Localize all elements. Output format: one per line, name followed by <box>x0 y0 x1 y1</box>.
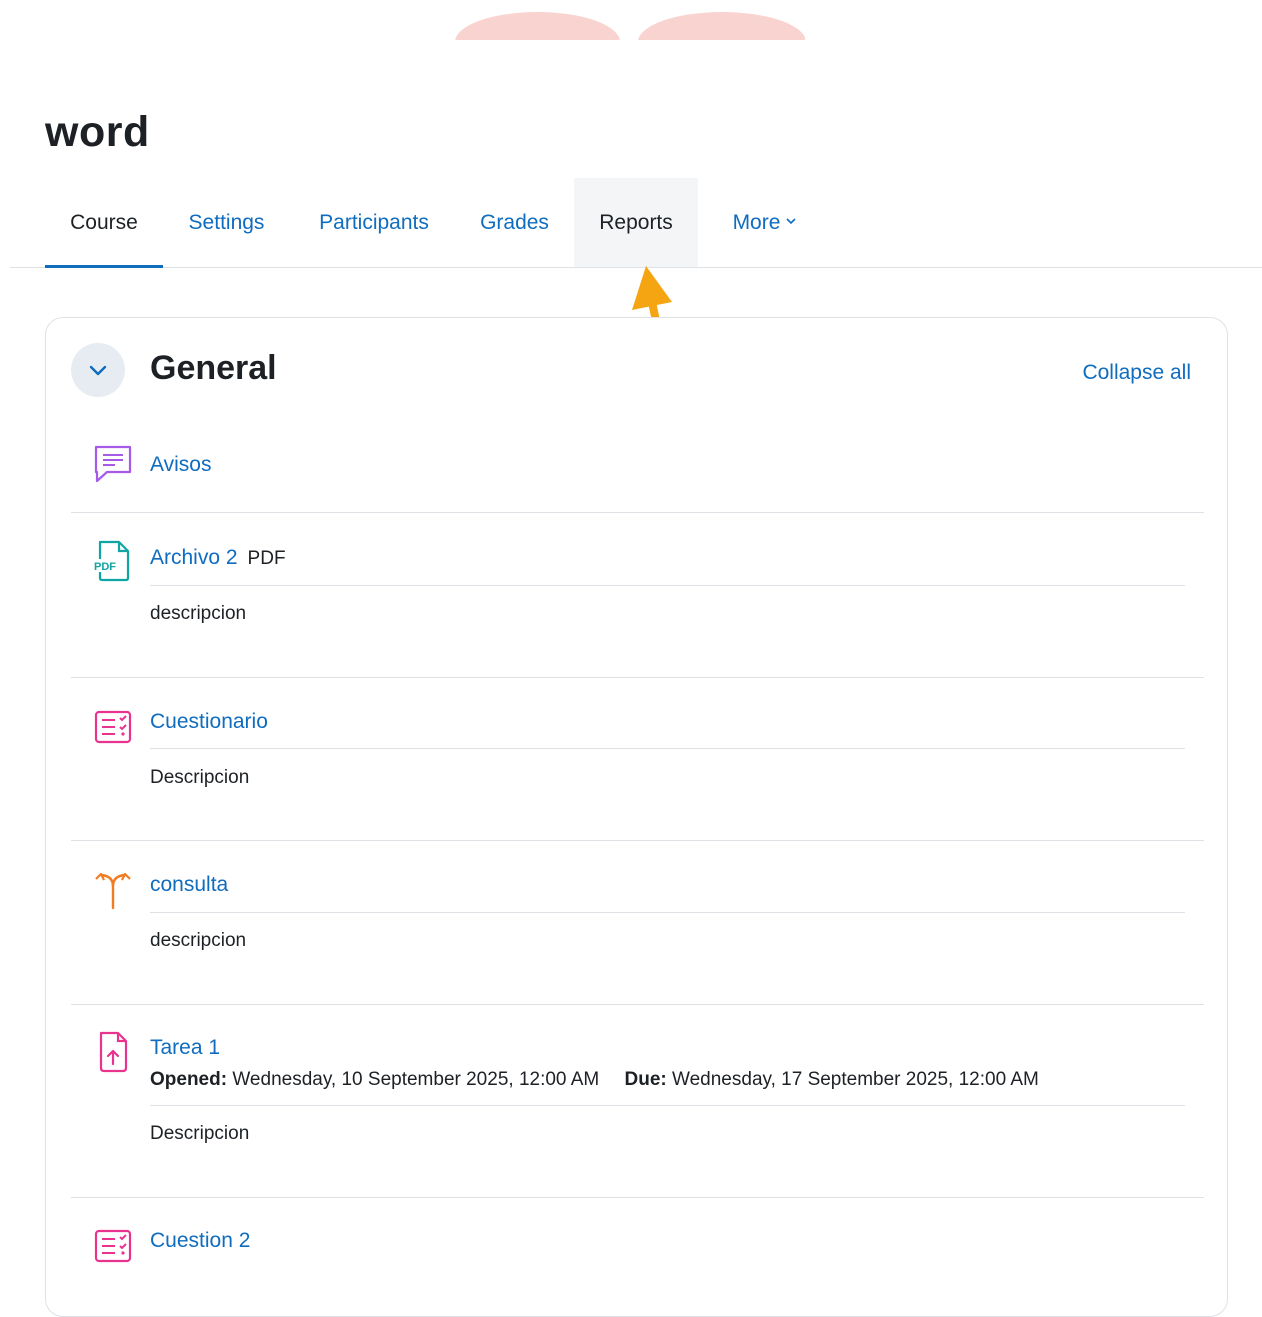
activity-item: Avisos <box>71 428 1204 513</box>
activity-link-cuestionario[interactable]: Cuestionario <box>150 710 268 734</box>
pdf-file-icon: PDF <box>92 540 130 582</box>
course-banner-image <box>455 0 805 40</box>
collapse-all-link[interactable]: Collapse all <box>1082 361 1191 385</box>
secondary-navigation: Course Settings Participants Grades Repo… <box>10 178 1262 268</box>
quiz-icon <box>94 710 132 744</box>
activity-link-consulta[interactable]: consulta <box>150 873 228 897</box>
activity-link-tarea-1[interactable]: Tarea 1 <box>150 1036 220 1060</box>
divider <box>150 912 1185 913</box>
tab-course[interactable]: Course <box>45 178 163 268</box>
tab-settings[interactable]: Settings <box>175 178 278 267</box>
chevron-down-icon <box>89 365 107 376</box>
opened-label: Opened: <box>150 1069 228 1090</box>
activity-item: Cuestionario Descripcion <box>71 678 1204 841</box>
divider <box>150 748 1185 749</box>
section-title: General <box>150 349 277 387</box>
section-collapse-toggle[interactable] <box>71 343 125 397</box>
activity-name: Archivo 2 <box>150 546 238 569</box>
tab-participants[interactable]: Participants <box>303 178 445 267</box>
svg-text:PDF: PDF <box>94 561 116 573</box>
activity-description: Descripcion <box>150 767 250 788</box>
activity-description: descripcion <box>150 930 247 951</box>
activity-description: descripcion <box>150 603 247 624</box>
resource-type-label: PDF <box>247 548 286 569</box>
quiz-icon <box>94 1229 132 1263</box>
activity-link-archivo-2[interactable]: Archivo 2 PDF <box>150 546 286 570</box>
tab-reports[interactable]: Reports <box>574 178 698 267</box>
page-title: word <box>45 108 150 156</box>
activity-item: PDF Archivo 2 PDF descripcion <box>71 513 1204 678</box>
section-general: General Collapse all Avisos PDF Archivo … <box>45 317 1228 1317</box>
forum-icon <box>94 445 132 483</box>
divider <box>150 585 1185 586</box>
activity-item: Cuestion 2 <box>71 1198 1204 1308</box>
activity-item: Tarea 1 Opened: Wednesday, 10 September … <box>71 1005 1204 1198</box>
tab-more-label: More <box>732 211 781 234</box>
activity-link-cuestion-2[interactable]: Cuestion 2 <box>150 1229 250 1253</box>
activity-link-avisos[interactable]: Avisos <box>150 453 211 477</box>
due-date: Wednesday, 17 September 2025, 12:00 AM <box>672 1069 1039 1090</box>
opened-date: Wednesday, 10 September 2025, 12:00 AM <box>232 1069 600 1090</box>
divider <box>150 1105 1185 1106</box>
choice-icon <box>95 872 131 910</box>
due-label: Due: <box>624 1069 667 1090</box>
tab-more[interactable]: More <box>710 178 820 267</box>
activity-dates: Opened: Wednesday, 10 September 2025, 12… <box>150 1069 1039 1091</box>
chevron-down-icon <box>786 218 796 225</box>
banner-shape <box>638 12 805 40</box>
assignment-upload-icon <box>99 1031 128 1073</box>
activity-item: consulta descripcion <box>71 841 1204 1005</box>
tab-grades[interactable]: Grades <box>467 178 562 267</box>
banner-shape <box>455 12 620 40</box>
activity-description: Descripcion <box>150 1123 250 1144</box>
